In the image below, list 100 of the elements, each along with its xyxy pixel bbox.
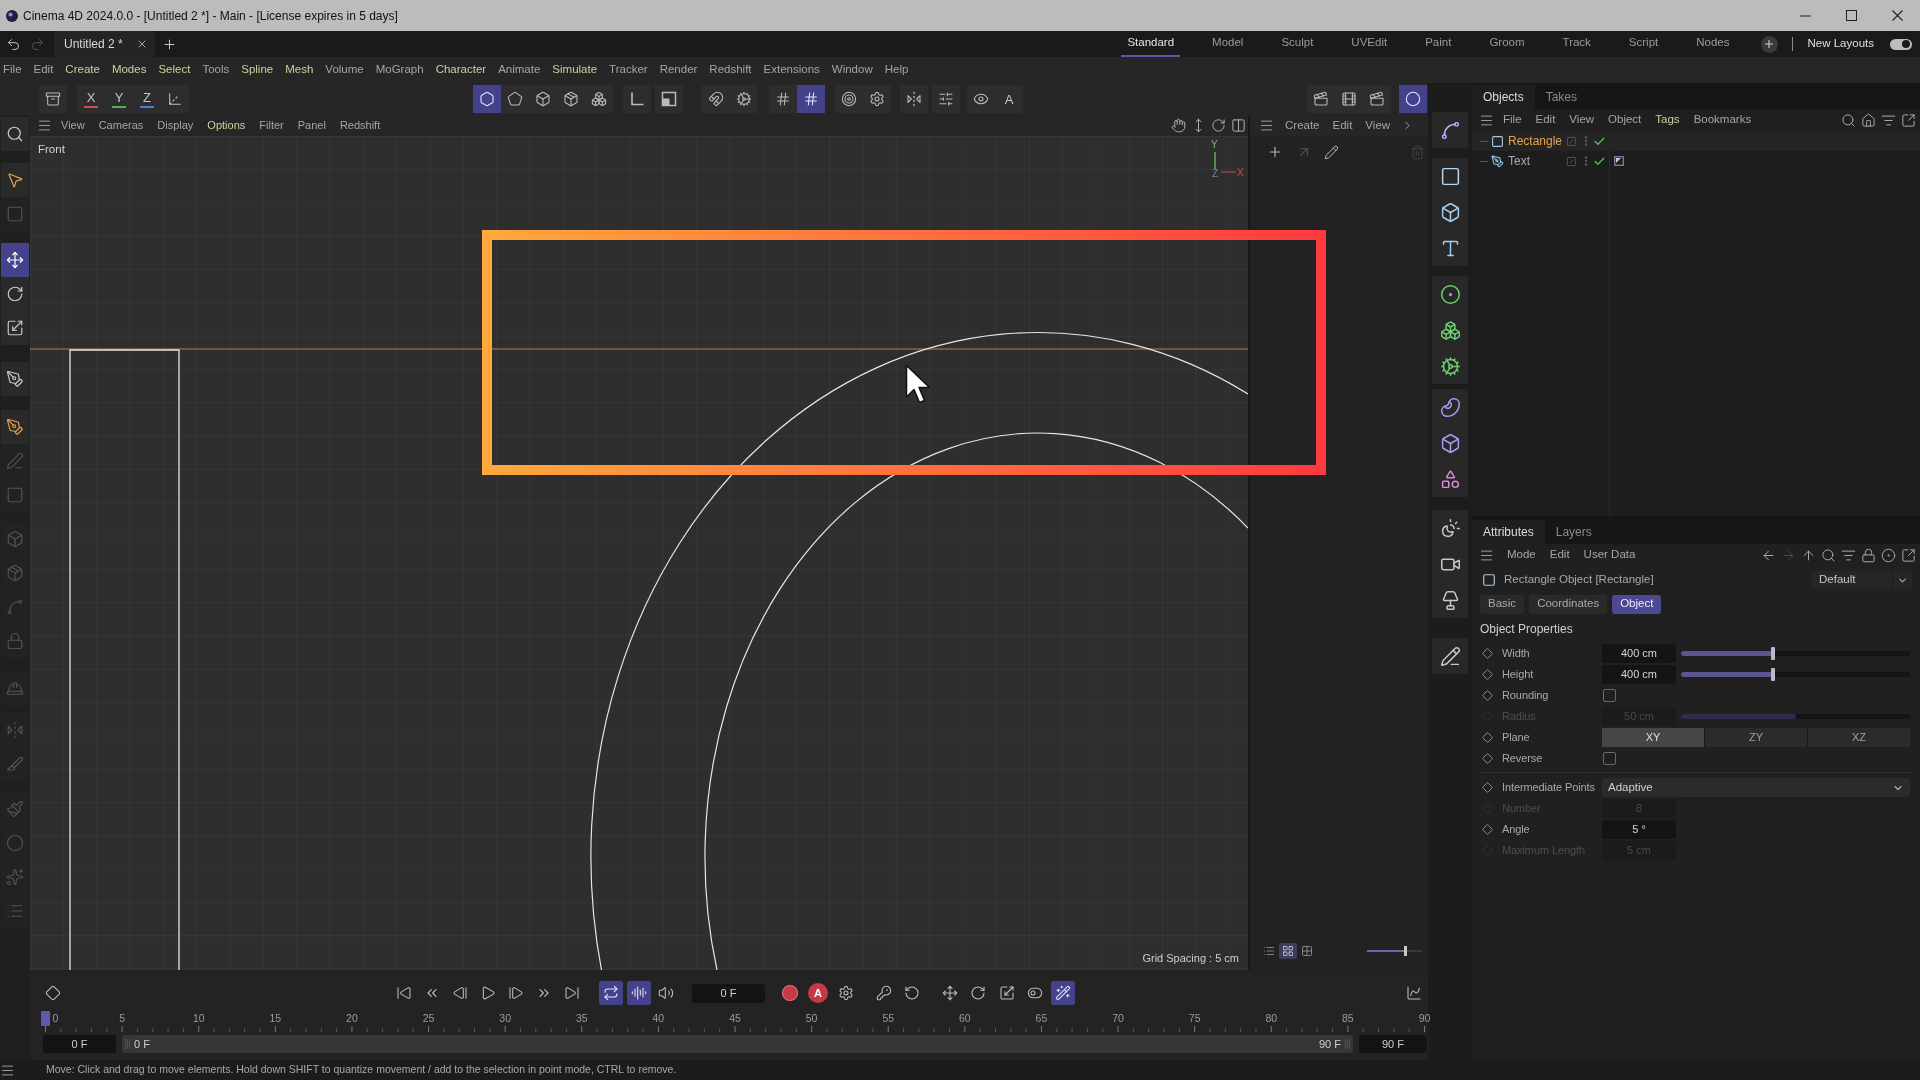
toolbar-button[interactable] <box>900 85 928 113</box>
menu-item[interactable]: Tools <box>202 64 230 76</box>
toolbar-button[interactable] <box>655 85 683 113</box>
menu-item[interactable]: Display <box>157 120 194 131</box>
layout-tab[interactable]: UVEdit <box>1345 31 1394 57</box>
menu-item[interactable]: Redshift <box>339 120 381 131</box>
panel-tool-button[interactable] <box>1821 547 1836 563</box>
panel-tool-button[interactable] <box>1861 112 1876 128</box>
menu-item[interactable]: Extensions <box>763 64 820 76</box>
menu-item[interactable]: Options <box>207 120 246 131</box>
palette-button[interactable] <box>1432 348 1468 384</box>
toolbar-button[interactable] <box>769 85 797 113</box>
value-field[interactable]: 5 ° <box>1602 820 1676 839</box>
toolbar-button[interactable] <box>501 85 529 113</box>
menu-item[interactable]: Mode <box>1507 549 1536 561</box>
menu-item[interactable]: Bookmarks <box>1693 114 1752 126</box>
frame-range-bar[interactable]: 0 F 90 F <box>122 1035 1353 1053</box>
section-tab[interactable]: Object <box>1612 594 1662 614</box>
slider-thumb[interactable] <box>1403 946 1407 956</box>
panel-tool-button[interactable] <box>1841 547 1856 563</box>
section-tab[interactable]: Basic <box>1480 594 1525 614</box>
menu-item[interactable]: View <box>1569 114 1595 126</box>
view-control-button[interactable] <box>1170 117 1186 134</box>
toggle-switch[interactable] <box>1890 38 1912 50</box>
menu-item[interactable]: Edit <box>1535 114 1556 126</box>
panel-tool-button[interactable] <box>1801 547 1816 563</box>
toolbar-button[interactable] <box>730 85 758 113</box>
checkbox[interactable] <box>1603 689 1616 702</box>
slider-thumb[interactable] <box>1770 647 1775 660</box>
menu-item[interactable]: Window <box>831 64 873 76</box>
toolbar-button[interactable]: X <box>77 85 105 113</box>
panel-tool-button[interactable] <box>1901 112 1916 128</box>
toolbar-button[interactable]: Z <box>133 85 161 113</box>
menu-item[interactable]: Simulate <box>552 64 598 76</box>
tag-icon[interactable] <box>1614 156 1624 166</box>
auto-key-button[interactable]: A <box>808 983 828 1003</box>
layout-tab[interactable]: Script <box>1622 31 1665 57</box>
playhead-marker[interactable] <box>41 1011 50 1026</box>
palette-button[interactable] <box>1432 112 1468 148</box>
menu-item[interactable]: Mesh <box>285 64 314 76</box>
timeline-button[interactable] <box>599 981 623 1005</box>
toolbar-button[interactable] <box>1363 85 1391 113</box>
end-frame-field[interactable]: 90 F <box>1359 1035 1427 1053</box>
palette-button[interactable] <box>1432 510 1468 546</box>
toolbar-button[interactable] <box>967 85 995 113</box>
panel-tab[interactable]: Takes <box>1534 85 1589 109</box>
tool-button[interactable] <box>1 311 29 345</box>
menu-item[interactable]: Spline <box>241 64 274 76</box>
menu-item[interactable]: Filter <box>259 120 284 131</box>
start-frame-field[interactable]: 0 F <box>43 1035 116 1053</box>
panel-tab[interactable]: Objects <box>1472 85 1535 109</box>
outer-arc-curve[interactable] <box>590 331 1248 970</box>
tool-button[interactable] <box>1 163 29 197</box>
menu-item[interactable]: Object <box>1608 114 1642 126</box>
segment-option[interactable]: XY <box>1602 728 1704 747</box>
toolbar-button[interactable] <box>39 85 67 113</box>
view-control-button[interactable] <box>1210 117 1226 134</box>
current-frame-field[interactable]: 0 F <box>692 983 765 1003</box>
panel-tab[interactable]: Layers <box>1544 520 1603 544</box>
toolbar-button[interactable] <box>473 85 501 113</box>
palette-button[interactable] <box>1432 582 1468 618</box>
toolbar-button[interactable] <box>1399 85 1427 113</box>
toolbar-button[interactable] <box>623 85 651 113</box>
view-control-button[interactable] <box>1230 117 1246 134</box>
segment-option[interactable]: XZ <box>1808 728 1910 747</box>
menu-item[interactable]: Edit <box>1549 549 1570 561</box>
panel-tool-button[interactable] <box>1841 112 1856 128</box>
section-tab[interactable]: Coordinates <box>1529 594 1608 614</box>
menu-button[interactable] <box>36 117 52 134</box>
panel-tool-button[interactable] <box>1901 547 1916 563</box>
toolbar-button[interactable] <box>863 85 891 113</box>
menu-item[interactable]: View <box>1365 119 1391 132</box>
palette-button[interactable] <box>1432 276 1468 312</box>
dropdown[interactable]: Adaptive <box>1602 778 1910 797</box>
toolbar-button[interactable] <box>797 85 825 113</box>
palette-button[interactable] <box>1432 158 1468 194</box>
layout-tab[interactable]: Track <box>1556 31 1597 57</box>
viewport-canvas[interactable]: Front Y Z X Grid Spacing : 5 cm <box>30 136 1248 970</box>
layout-tab[interactable]: Paint <box>1419 31 1458 57</box>
panel-tool-button[interactable] <box>1861 547 1876 563</box>
slider-thumb[interactable] <box>1770 668 1775 681</box>
panel-tool-button[interactable] <box>1881 112 1896 128</box>
layout-tab[interactable]: Model <box>1206 31 1250 57</box>
menu-item[interactable]: Render <box>659 64 698 76</box>
panel-tab[interactable]: Attributes <box>1472 520 1545 544</box>
segment-option[interactable]: ZY <box>1705 728 1807 747</box>
menu-item[interactable]: Volume <box>325 64 364 76</box>
palette-button[interactable] <box>1432 461 1468 497</box>
menu-item[interactable]: User Data <box>1583 549 1636 561</box>
menu-item[interactable]: Edit <box>33 64 54 76</box>
tool-button[interactable] <box>1 243 29 277</box>
toolbar-button[interactable] <box>161 85 189 113</box>
panel-tool-button[interactable] <box>1881 547 1896 563</box>
palette-button[interactable] <box>1432 638 1468 674</box>
menu-item[interactable]: Create <box>1285 119 1320 132</box>
toolbar-button[interactable] <box>702 85 730 113</box>
rectangle-spline-outline[interactable] <box>69 349 180 970</box>
panel-tool-button[interactable] <box>1761 547 1776 563</box>
toolbar-button[interactable] <box>932 85 960 113</box>
toolbar-button[interactable] <box>835 85 863 113</box>
